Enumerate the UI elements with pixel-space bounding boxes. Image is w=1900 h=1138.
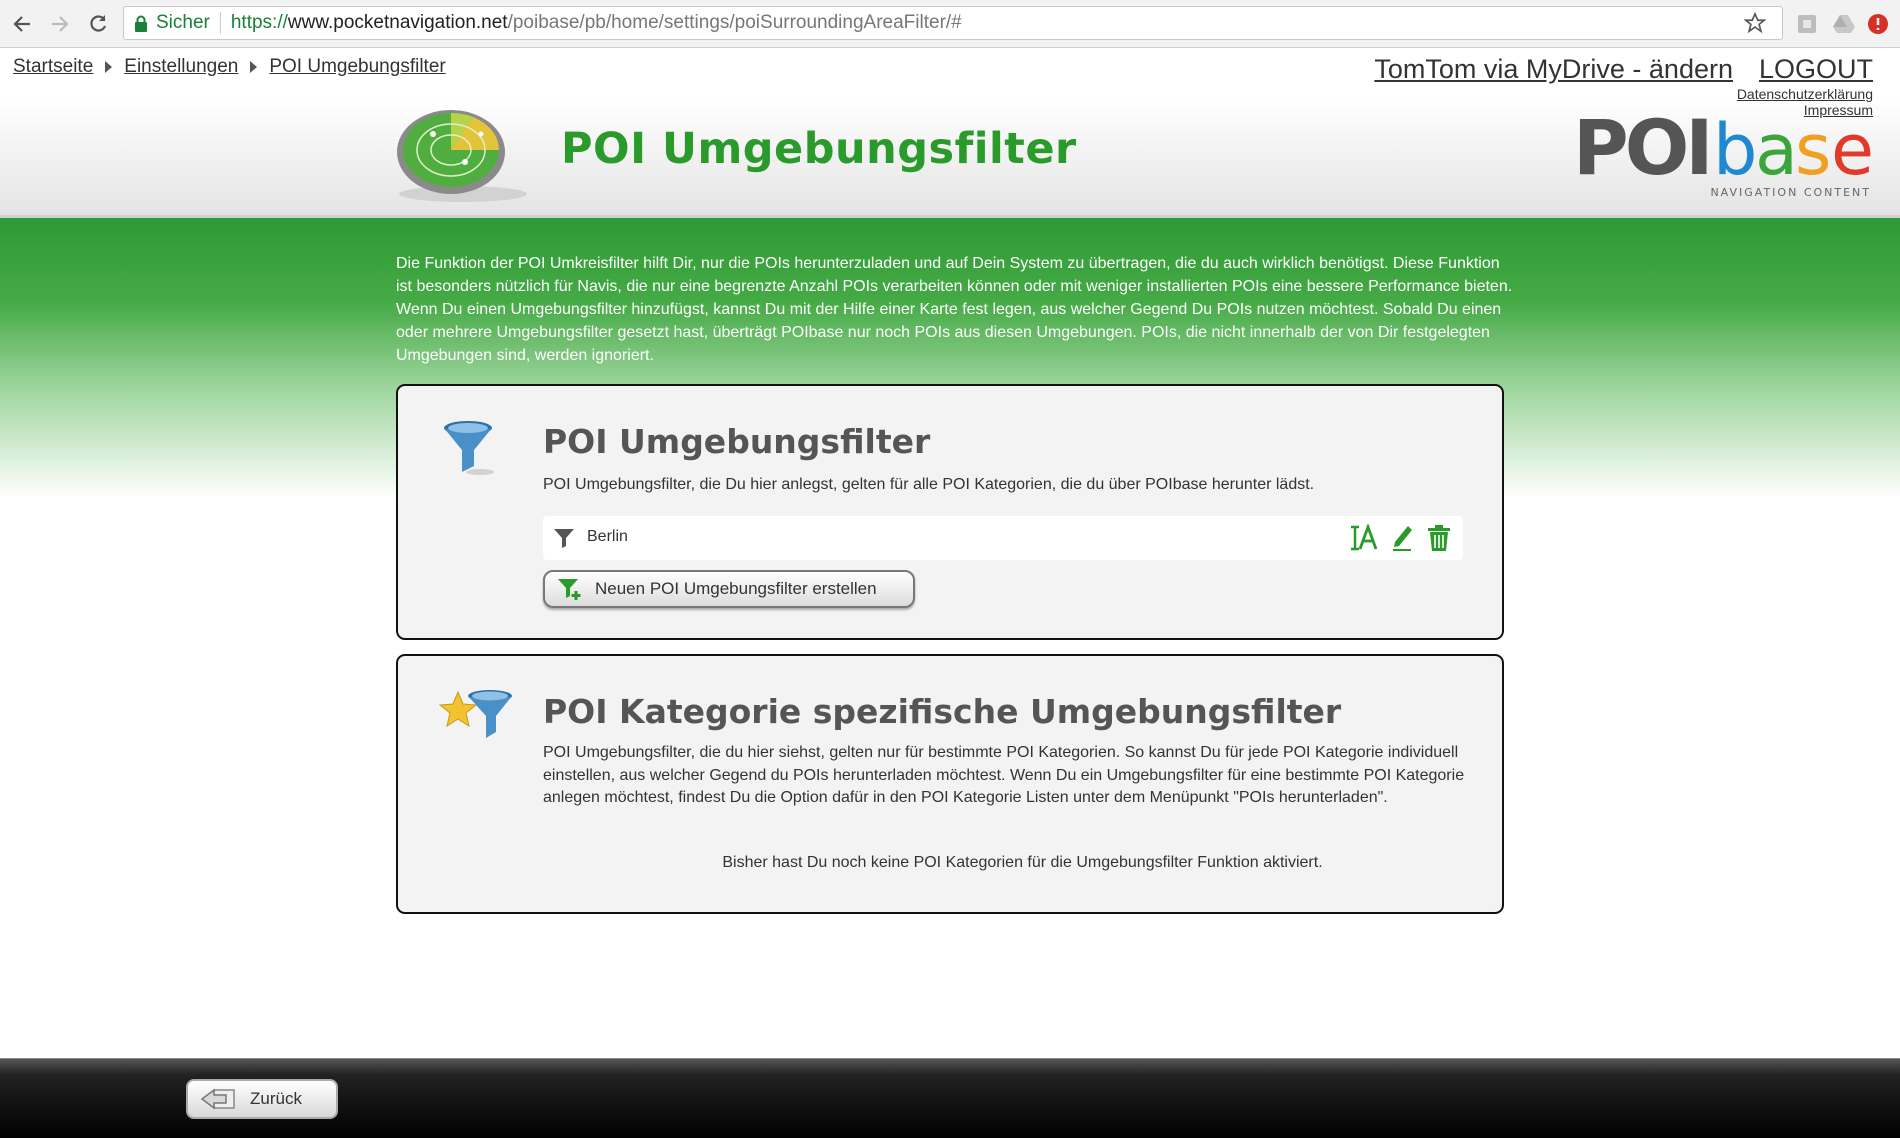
breadcrumb-current[interactable]: POI Umgebungsfilter — [269, 56, 445, 78]
radar-icon — [397, 110, 527, 202]
page-header: Startseite Einstellungen POI Umgebungsfi… — [0, 48, 1900, 218]
browser-toolbar: Sicher https://www.pocketnavigation.net/… — [0, 0, 1900, 48]
bookmark-star-icon[interactable] — [1743, 11, 1767, 40]
trash-icon[interactable] — [1425, 524, 1453, 552]
svg-text:e: e — [1831, 110, 1873, 191]
page-footer: Zurück — [0, 1058, 1900, 1138]
logout-link[interactable]: LOGOUT — [1759, 54, 1873, 85]
extension-puzzle-icon[interactable] — [1795, 12, 1819, 36]
filter-icon — [554, 529, 574, 548]
privacy-link[interactable]: Datenschutzerklärung — [1737, 86, 1873, 102]
breadcrumb-startseite[interactable]: Startseite — [13, 56, 93, 78]
svg-text:a: a — [1755, 110, 1798, 191]
breadcrumb: Startseite Einstellungen POI Umgebungsfi… — [13, 56, 446, 78]
empty-note: Bisher hast Du noch keine POI Kategorien… — [722, 854, 1323, 871]
edit-pencil-icon[interactable] — [1391, 524, 1413, 552]
back-button-label: Zurück — [250, 1089, 302, 1108]
star-funnel-icon — [438, 690, 512, 738]
breadcrumb-arrow-icon — [105, 61, 113, 73]
address-separator — [219, 12, 221, 34]
general-filters-card: POI Umgebungsfilter POI Umgebungsfilter,… — [396, 384, 1504, 640]
category-filters-description: POI Umgebungsfilter, die du hier siehst,… — [543, 744, 1465, 806]
url-text: https://www.pocketnavigation.net/poibase… — [230, 12, 962, 33]
filter-actions — [1349, 524, 1453, 552]
back-arrow-icon[interactable] — [8, 10, 36, 38]
general-filters-description: POI Umgebungsfilter, die Du hier anlegst… — [543, 476, 1315, 493]
forward-arrow-icon[interactable] — [46, 10, 74, 38]
filter-row[interactable]: Berlin — [543, 516, 1463, 560]
address-bar[interactable]: Sicher https://www.pocketnavigation.net/… — [123, 6, 1783, 40]
svg-text:b: b — [1713, 110, 1757, 191]
breadcrumb-arrow-icon — [250, 61, 258, 73]
lock-icon — [134, 15, 148, 32]
poibase-logo[interactable]: POI b a s e NAVIGATION CONTENT — [1573, 110, 1873, 200]
breadcrumb-einstellungen[interactable]: Einstellungen — [124, 56, 238, 78]
extension-alert-icon[interactable] — [1866, 12, 1890, 36]
svg-text:NAVIGATION CONTENT: NAVIGATION CONTENT — [1710, 186, 1871, 199]
rename-icon[interactable] — [1349, 524, 1379, 552]
new-filter-button[interactable]: Neuen POI Umgebungsfilter erstellen — [543, 570, 915, 608]
new-filter-button-label: Neuen POI Umgebungsfilter erstellen — [595, 579, 877, 598]
reload-icon[interactable] — [84, 10, 112, 38]
back-arrow-icon — [200, 1088, 235, 1110]
category-filters-title: POI Kategorie spezifische Umgebungsfilte… — [543, 692, 1342, 731]
general-filters-title: POI Umgebungsfilter — [543, 422, 931, 461]
secure-label: Sicher — [156, 12, 210, 33]
intro-text: Die Funktion der POI Umkreisfilter hilft… — [396, 255, 1513, 364]
extension-drive-icon[interactable] — [1832, 12, 1856, 36]
page-title: POI Umgebungsfilter — [561, 124, 1077, 174]
svg-text:s: s — [1795, 110, 1831, 191]
change-device-link[interactable]: TomTom via MyDrive - ändern — [1374, 54, 1733, 85]
category-filters-card: POI Kategorie spezifische Umgebungsfilte… — [396, 654, 1504, 914]
svg-text:POI: POI — [1573, 110, 1710, 192]
account-links: TomTom via MyDrive - ändern LOGOUT — [1374, 54, 1873, 85]
funnel-icon — [444, 421, 494, 475]
filter-name: Berlin — [587, 528, 628, 545]
add-filter-icon — [558, 579, 581, 600]
back-button[interactable]: Zurück — [186, 1079, 338, 1119]
